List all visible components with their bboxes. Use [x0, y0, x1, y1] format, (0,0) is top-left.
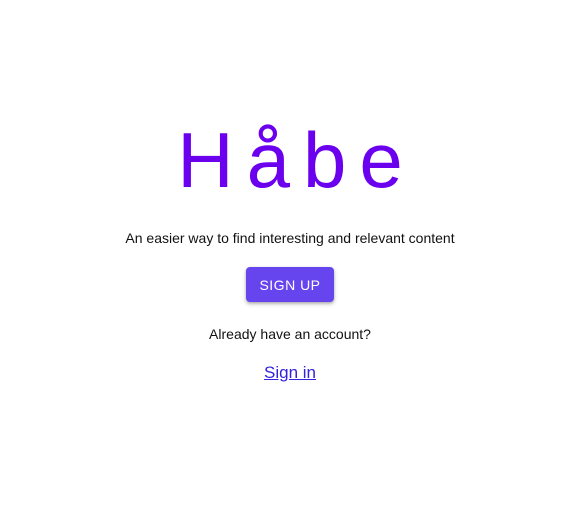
tagline: An easier way to find interesting and re… — [125, 230, 455, 246]
existing-account-prompt: Already have an account? — [209, 326, 371, 342]
app-logo: Håbe — [177, 116, 416, 204]
sign-in-container: Sign in — [0, 362, 580, 384]
sign-up-button[interactable]: SIGN UP — [246, 267, 334, 302]
sign-in-link[interactable]: Sign in — [264, 363, 316, 382]
landing-page: Håbe An easier way to find interesting a… — [0, 0, 580, 519]
